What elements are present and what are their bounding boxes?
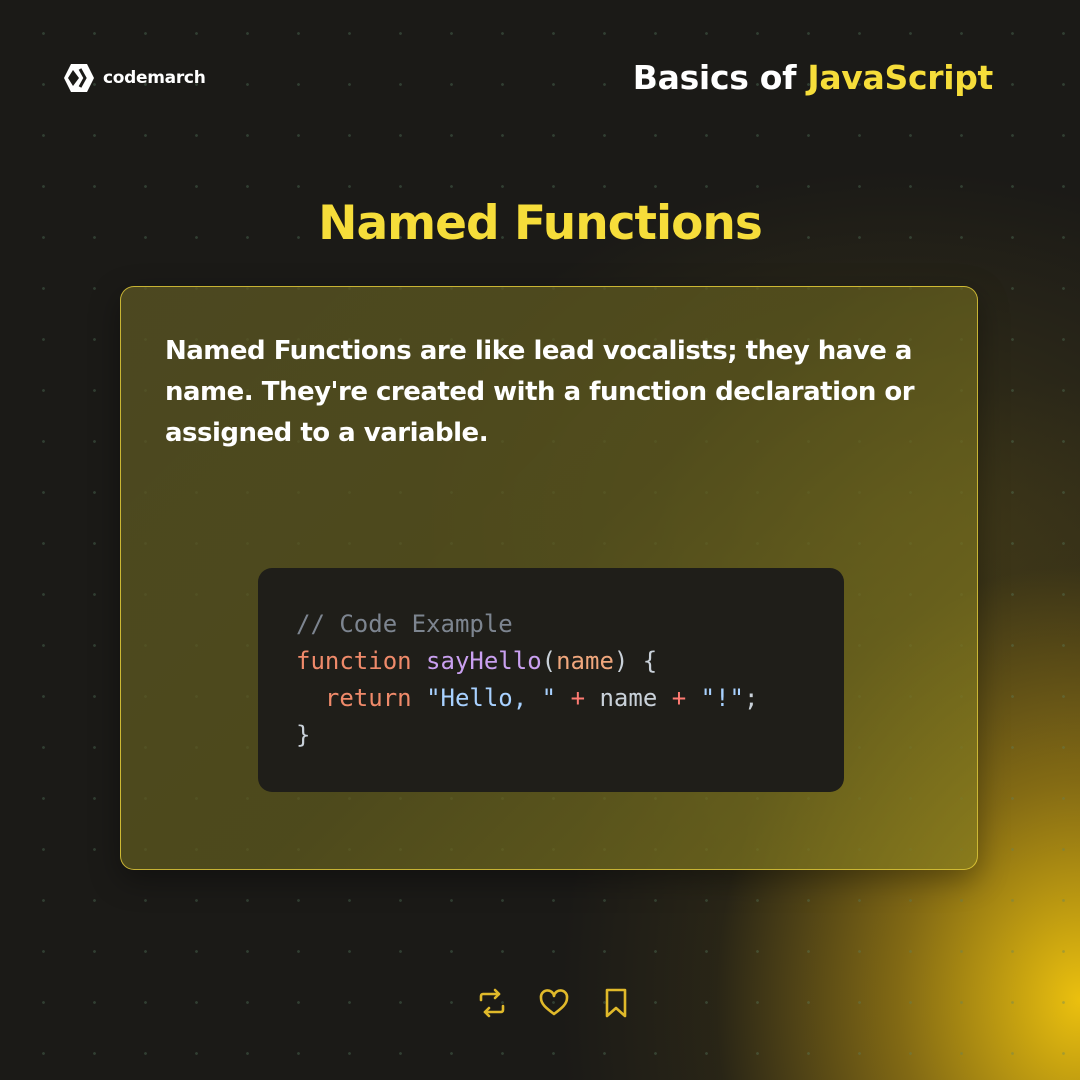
code-keyword-return: return [324,684,412,712]
repost-icon[interactable] [475,986,509,1020]
bookmark-icon[interactable] [599,986,633,1020]
code-line-comment: // Code Example [296,606,844,643]
code-block: // Code Example function sayHello(name) … [258,568,844,792]
code-brace-close: } [296,721,311,749]
brand-name: codemarch [103,68,206,88]
codemarch-logo-icon [64,64,94,92]
code-string-bang: "!" [700,684,744,712]
code-paren-open: ( [541,647,557,675]
code-identifier-name: name [599,684,658,712]
code-line-close: } [296,717,844,754]
brand-logo: codemarch [63,62,206,94]
code-line-function: function sayHello(name) { [296,643,844,680]
page-title: Named Functions [318,196,763,251]
card-description: Named Functions are like lead vocalists;… [165,336,915,448]
series-title-accent: JavaScript [807,58,993,97]
code-semicolon: ; [743,684,759,712]
code-comment: // Code Example [296,610,513,638]
series-title-prefix: Basics of [632,58,808,97]
code-line-return: return "Hello, " + name + "!"; [296,680,844,717]
code-keyword-function: function [296,647,412,675]
code-operator-plus-2: + [671,684,687,712]
code-function-name: sayHello [426,647,542,675]
series-title: Basics of JavaScript [632,58,994,97]
code-param: name [556,647,614,675]
code-string-hello: "Hello, " [426,684,557,712]
content-card: Named Functions are like lead vocalists;… [120,286,978,870]
action-bar [475,986,633,1020]
code-paren-close: ) { [613,647,658,675]
heart-icon[interactable] [537,986,571,1020]
code-operator-plus: + [570,684,586,712]
